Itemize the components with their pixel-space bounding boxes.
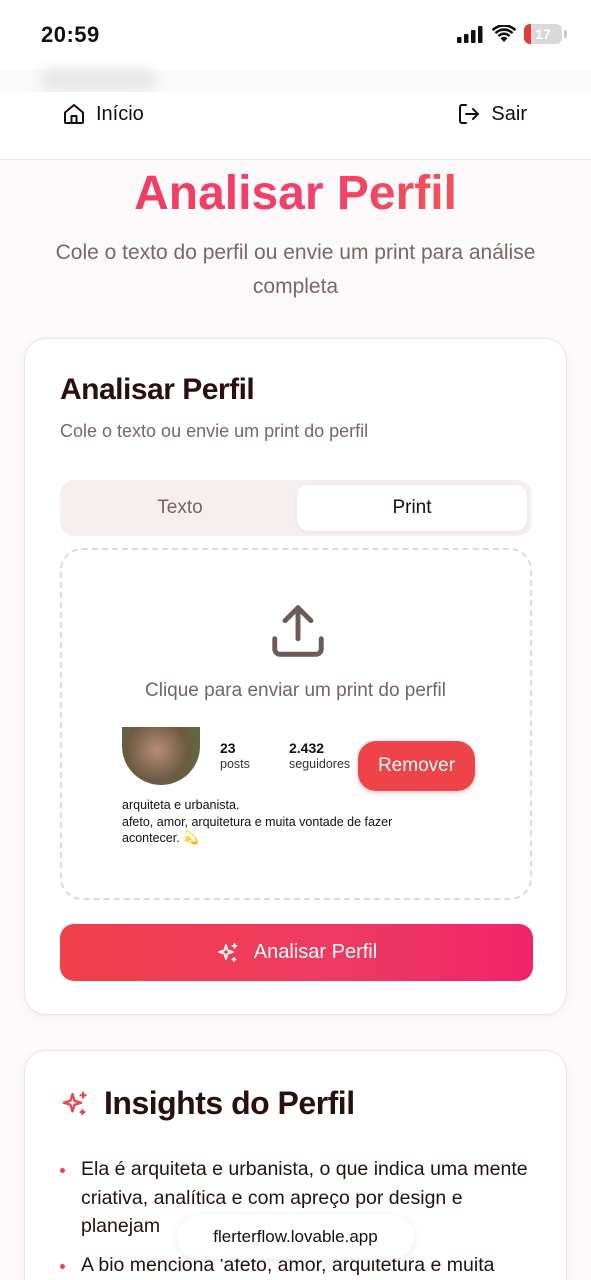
analyze-button-label: Analisar Perfil bbox=[253, 941, 378, 963]
bio-line: acontecer. 💫 bbox=[122, 831, 199, 845]
logout-icon bbox=[459, 104, 480, 124]
posts-count: 23 bbox=[220, 740, 236, 756]
status-time: 20:59 bbox=[41, 22, 100, 47]
home-icon bbox=[64, 104, 84, 124]
input-mode-tabs: Texto Print bbox=[60, 480, 532, 536]
blurred-element bbox=[40, 68, 155, 92]
battery-level: 17 bbox=[535, 26, 551, 42]
status-bar: 20:59 17 bbox=[0, 0, 591, 70]
page-subtitle: Cole o texto do perfil ou envie um print… bbox=[55, 241, 536, 298]
preview-followers: 2.432 seguidores bbox=[289, 740, 350, 771]
card-subtitle: Cole o texto ou envie um print do perfil bbox=[60, 421, 369, 441]
analyze-profile-button[interactable]: Analisar Perfil bbox=[60, 924, 533, 981]
home-link-label: Início bbox=[96, 102, 144, 125]
tab-print[interactable]: Print bbox=[297, 485, 527, 531]
card-title: Analisar Perfil bbox=[60, 373, 255, 406]
logout-link-label: Sair bbox=[491, 102, 527, 125]
sparkles-icon bbox=[217, 942, 238, 962]
followers-count: 2.432 bbox=[289, 740, 325, 756]
bio-line: arquiteta e urbanista. bbox=[122, 798, 240, 812]
home-link[interactable]: Início bbox=[62, 102, 144, 126]
preview-posts: 23 posts bbox=[220, 740, 250, 771]
preview-avatar bbox=[122, 727, 200, 785]
tab-texto[interactable]: Texto bbox=[65, 485, 295, 531]
wifi-icon bbox=[492, 25, 516, 42]
logout-link[interactable]: Sair bbox=[457, 102, 527, 126]
analyze-card: Analisar Perfil Cole o texto ou envie um… bbox=[24, 338, 567, 1015]
insights-header: Insights do Perfil bbox=[60, 1085, 355, 1122]
page-title: Analisar Perfil bbox=[0, 166, 591, 221]
browser-url-bar[interactable]: flerterflow.lovable.app bbox=[177, 1215, 414, 1259]
preview-bio: arquiteta e urbanista. afeto, amor, arqu… bbox=[122, 797, 442, 847]
bio-line: afeto, amor, arquitetura e muita vontade… bbox=[122, 814, 393, 829]
upload-icon bbox=[272, 605, 324, 657]
upload-label: Clique para enviar um print do perfil bbox=[145, 680, 446, 701]
insights-title: Insights do Perfil bbox=[104, 1085, 355, 1121]
top-nav: Início Sair bbox=[0, 92, 591, 160]
sparkles-icon bbox=[62, 1091, 87, 1115]
followers-label: seguidores bbox=[289, 757, 351, 771]
posts-label: posts bbox=[220, 757, 250, 771]
battery-tip bbox=[564, 30, 567, 38]
battery-icon: 17 bbox=[524, 24, 562, 44]
signal-icon bbox=[457, 25, 483, 43]
remove-button[interactable]: Remover bbox=[358, 741, 475, 791]
status-icons: 17 bbox=[457, 24, 567, 44]
upload-dropzone[interactable]: Clique para enviar um print do perfil 23… bbox=[60, 548, 532, 900]
